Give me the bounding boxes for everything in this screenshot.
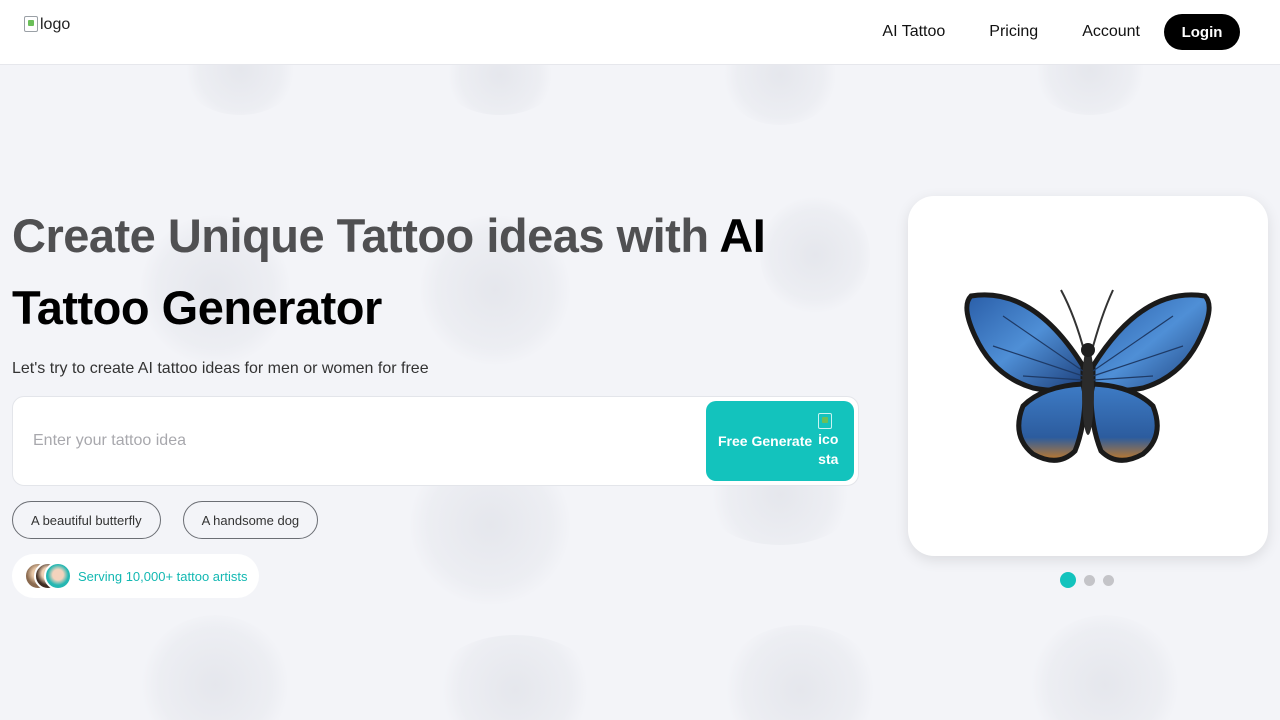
- logo-alt-text: logo: [40, 16, 71, 33]
- hero-section: Create Unique Tattoo ideas with AI Tatto…: [12, 200, 872, 598]
- carousel-dots: [1060, 572, 1114, 588]
- suggestion-chip-dog[interactable]: A handsome dog: [182, 501, 319, 539]
- site-logo[interactable]: logo: [24, 16, 70, 42]
- avatar: [44, 562, 72, 590]
- social-proof-badge: Serving 10,000+ tattoo artists: [12, 554, 260, 598]
- broken-image-icon: [818, 413, 833, 429]
- prompt-box: Free Generate ico sta: [12, 396, 859, 486]
- showcase-card: [908, 196, 1268, 556]
- carousel-dot-3[interactable]: [1103, 574, 1114, 586]
- free-generate-button[interactable]: Free Generate ico sta: [706, 401, 854, 481]
- generate-label: Free Generate: [718, 433, 813, 449]
- generate-icon-alt-1: ico: [818, 431, 839, 447]
- nav-link-ai-tattoo[interactable]: AI Tattoo: [882, 23, 945, 41]
- carousel-dot-1[interactable]: [1060, 572, 1076, 588]
- generate-icon-alt-2: sta: [818, 451, 839, 467]
- suggestion-chips: A beautiful butterfly A handsome dog: [12, 501, 872, 539]
- top-navbar: logo AI Tattoo Pricing Account Login: [0, 0, 1280, 65]
- avatar-stack: [24, 562, 86, 590]
- suggestion-chip-butterfly[interactable]: A beautiful butterfly: [12, 501, 161, 539]
- title-part-muted: Create Unique Tattoo ideas with: [12, 209, 720, 262]
- hero-subtitle: Let's try to create AI tattoo ideas for …: [12, 360, 429, 377]
- butterfly-image: [964, 289, 1212, 463]
- nav-link-account[interactable]: Account: [1082, 23, 1140, 41]
- nav-link-pricing[interactable]: Pricing: [989, 23, 1038, 41]
- page-title: Create Unique Tattoo ideas with AI Tatto…: [12, 200, 872, 344]
- carousel-dot-2[interactable]: [1084, 574, 1095, 586]
- main-nav: AI Tattoo Pricing Account Login: [882, 14, 1240, 50]
- login-button[interactable]: Login: [1164, 14, 1240, 50]
- broken-image-icon: [24, 16, 38, 32]
- generate-icon: ico sta: [818, 413, 838, 469]
- serving-text: Serving 10,000+ tattoo artists: [78, 568, 248, 584]
- tattoo-idea-input[interactable]: [33, 427, 693, 455]
